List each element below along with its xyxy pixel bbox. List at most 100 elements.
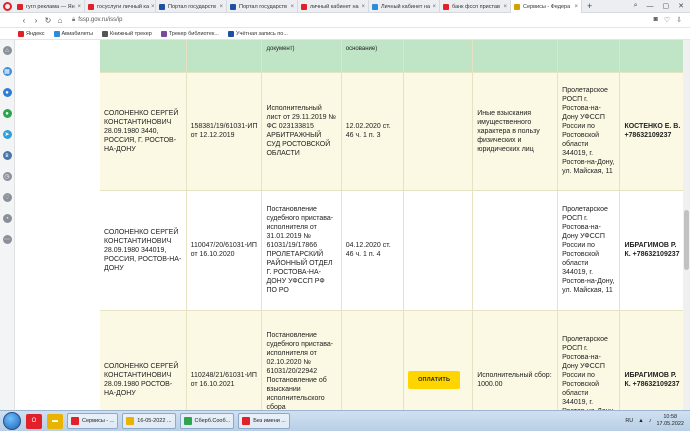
heart-icon[interactable]: ♡ — [2, 193, 12, 202]
taskbar-task-1[interactable]: 16-05-2022 ... — [122, 413, 176, 429]
document-cell: документ) — [261, 40, 342, 72]
home-icon[interactable]: ⌂ — [54, 16, 66, 25]
network-icon[interactable]: ▲ — [638, 418, 643, 424]
debtor-cell: СОЛОНЕНКО СЕРГЕЙ КОНСТАНТИНОВИЧ 28.09.19… — [100, 309, 187, 410]
end-reason-cell: 04.12.2020 ст. 46 ч. 1 п. 4 — [340, 189, 404, 310]
messenger-icon[interactable]: ● — [2, 88, 12, 97]
tab-favicon-icon — [230, 3, 236, 10]
subject-cell — [472, 40, 558, 72]
tab-favicon-icon — [159, 3, 165, 10]
ip-number-cell: 110248/21/61031-ИП от 16.10.2021 — [185, 309, 262, 410]
browser-tab-3[interactable]: Портал государств × — [227, 0, 298, 13]
ip-number-cell: 158381/19/61031-ИП от 12.12.2019 — [185, 71, 262, 190]
tab-favicon-icon — [443, 3, 449, 10]
payment-cell — [403, 71, 473, 190]
browser-tab-6[interactable]: банк фссп пристав × — [440, 0, 511, 13]
opera-taskbar-icon[interactable]: O — [26, 413, 42, 429]
explorer-taskbar-icon[interactable]: ▬ — [47, 413, 63, 429]
close-tab-icon[interactable]: × — [217, 4, 223, 10]
close-tab-icon[interactable]: × — [430, 4, 436, 10]
close-tab-icon[interactable]: × — [149, 4, 155, 10]
browser-tab-4[interactable]: личный кабинет на × — [298, 0, 369, 13]
scrollbar[interactable] — [683, 40, 690, 410]
close-tab-icon[interactable]: × — [572, 4, 578, 10]
volume-icon[interactable]: ♪ — [649, 418, 652, 424]
scrollbar-thumb[interactable] — [684, 210, 689, 270]
url-field[interactable]: 🔒︎ fssp.gov.ru/iss/ip — [72, 17, 122, 24]
opera-menu-button[interactable] — [0, 0, 14, 13]
taskbar-task-0[interactable]: Сервисы - ... — [67, 413, 119, 429]
bookmark-4[interactable]: Учётная запись по... — [227, 30, 288, 37]
search-tabs-icon[interactable]: ⌕ — [634, 2, 638, 10]
browser-tab-5[interactable]: Личный кабинет на × — [369, 0, 440, 13]
bailiff-cell: ИБРАГИМОВ Р. К. +78632109237 — [619, 309, 683, 410]
address-bar: ‹ › ↻ ⌂ 🔒︎ fssp.gov.ru/iss/ip ◙ ♡ ⇩ — [0, 13, 690, 28]
task-label: Без имени ... — [253, 418, 286, 424]
document-cell: Исполнительный лист от 29.11.2019 № ФС 0… — [261, 71, 342, 190]
document-cell: Постановление судебного пристава-исполни… — [261, 189, 342, 310]
browser-tab-0[interactable]: гугл реклама — Ян × — [14, 0, 85, 13]
subject-cell: Иные взыскания имущественного характера … — [472, 71, 558, 190]
tab-label: банк фссп пристав — [452, 3, 500, 10]
telegram-icon[interactable]: ➤ — [2, 130, 12, 139]
task-label: Сервисы - ... — [82, 418, 115, 424]
bookmark-heart-icon[interactable]: ♡ — [664, 16, 670, 24]
windows-taskbar: O ▬ Сервисы - ... 16-05-2022 ... Сберб.Соо… — [0, 410, 690, 431]
gosuslugi-icon — [227, 30, 234, 37]
end-reason-cell: 12.02.2020 ст. 46 ч. 1 п. 3 — [340, 71, 404, 190]
opera-sidebar: ⌂ ▦ ● ● ➤ в ◷ ♡ ◔ ⋯ — [0, 40, 15, 410]
browser-tab-7[interactable]: Сервисы - Федера × — [511, 0, 582, 13]
language-indicator[interactable]: RU — [625, 418, 633, 424]
new-tab-button[interactable]: + — [582, 0, 597, 12]
taskbar-task-2[interactable]: Сберб.Сооб... — [179, 413, 235, 429]
bailiff-cell — [619, 40, 683, 72]
close-tab-icon[interactable]: × — [288, 4, 294, 10]
tab-favicon-icon — [17, 3, 23, 10]
browser-tab-2[interactable]: Портал государств × — [156, 0, 227, 13]
browser-tab-1[interactable]: госуслуги личный ка × — [85, 0, 156, 13]
home-sidebar-icon[interactable]: ⌂ — [2, 46, 12, 55]
download-icon[interactable]: ⇩ — [676, 16, 682, 24]
department-cell: Пролетарское РОСП г. Ростова-на-Дону УФС… — [557, 309, 620, 410]
taskbar-tasks: Сервисы - ... 16-05-2022 ... Сберб.Сооб...… — [63, 413, 290, 429]
clock-icon[interactable]: ◔ — [2, 214, 12, 223]
bookmark-3[interactable]: Трекер библиотек... — [160, 30, 219, 37]
whatsapp-icon[interactable]: ● — [2, 109, 12, 118]
pay-button[interactable]: ОПЛАТИТЬ — [408, 371, 461, 390]
debtor-cell: СОЛОНЕНКО СЕРГЕЙ КОНСТАНТИНОВИЧ 28.09.19… — [100, 189, 187, 310]
bookmark-2[interactable]: Книжный трекер — [102, 30, 152, 37]
address-actions: ◙ ♡ ⇩ — [654, 16, 690, 24]
task-app-icon — [126, 417, 135, 425]
subject-cell — [472, 189, 558, 310]
camera-icon[interactable]: ◙ — [654, 16, 658, 24]
opera-logo-icon — [2, 2, 12, 11]
tab-label: госуслуги личный ка — [97, 3, 150, 10]
back-icon[interactable]: ‹ — [18, 16, 30, 25]
task-label: Сберб.Сооб... — [194, 418, 231, 424]
bookmark-1[interactable]: Авиабилеты — [53, 30, 93, 37]
tab-favicon-icon — [301, 3, 307, 10]
forward-icon[interactable]: › — [30, 16, 42, 25]
task-label: 16-05-2022 ... — [137, 418, 172, 424]
start-button[interactable] — [3, 412, 21, 430]
debtor-cell — [100, 40, 187, 72]
speed-dial-icon[interactable]: ▦ — [2, 67, 12, 76]
vk-icon[interactable]: в — [2, 151, 12, 160]
close-tab-icon[interactable]: × — [501, 4, 507, 10]
taskbar-task-3[interactable]: Без имени ... — [238, 413, 290, 429]
close-tab-icon[interactable]: × — [359, 4, 365, 10]
bailiff-cell: ИБРАГИМОВ Р. К. +78632109237 — [619, 189, 683, 310]
tab-label: гугл реклама — Ян — [26, 3, 75, 10]
bookmark-0[interactable]: Яндекс — [18, 30, 45, 37]
page-content: документ) основание) СОЛОНЕНКО СЕРГЕЙ КОНС… — [15, 40, 683, 410]
ip-number-cell: 110047/20/61031-ИП от 16.10.2020 — [185, 189, 262, 310]
minimize-icon[interactable]: — — [647, 3, 654, 10]
close-tab-icon[interactable]: × — [75, 4, 81, 10]
close-window-icon[interactable]: ✕ — [678, 2, 684, 10]
clock[interactable]: 10:58 17.05.2022 — [656, 414, 684, 428]
reload-icon[interactable]: ↻ — [42, 16, 54, 25]
system-tray: RU ▲ ♪ 10:58 17.05.2022 — [625, 414, 690, 428]
more-icon[interactable]: ⋯ — [2, 235, 12, 244]
maximize-icon[interactable]: ▢ — [663, 2, 670, 10]
history-icon[interactable]: ◷ — [2, 172, 12, 181]
